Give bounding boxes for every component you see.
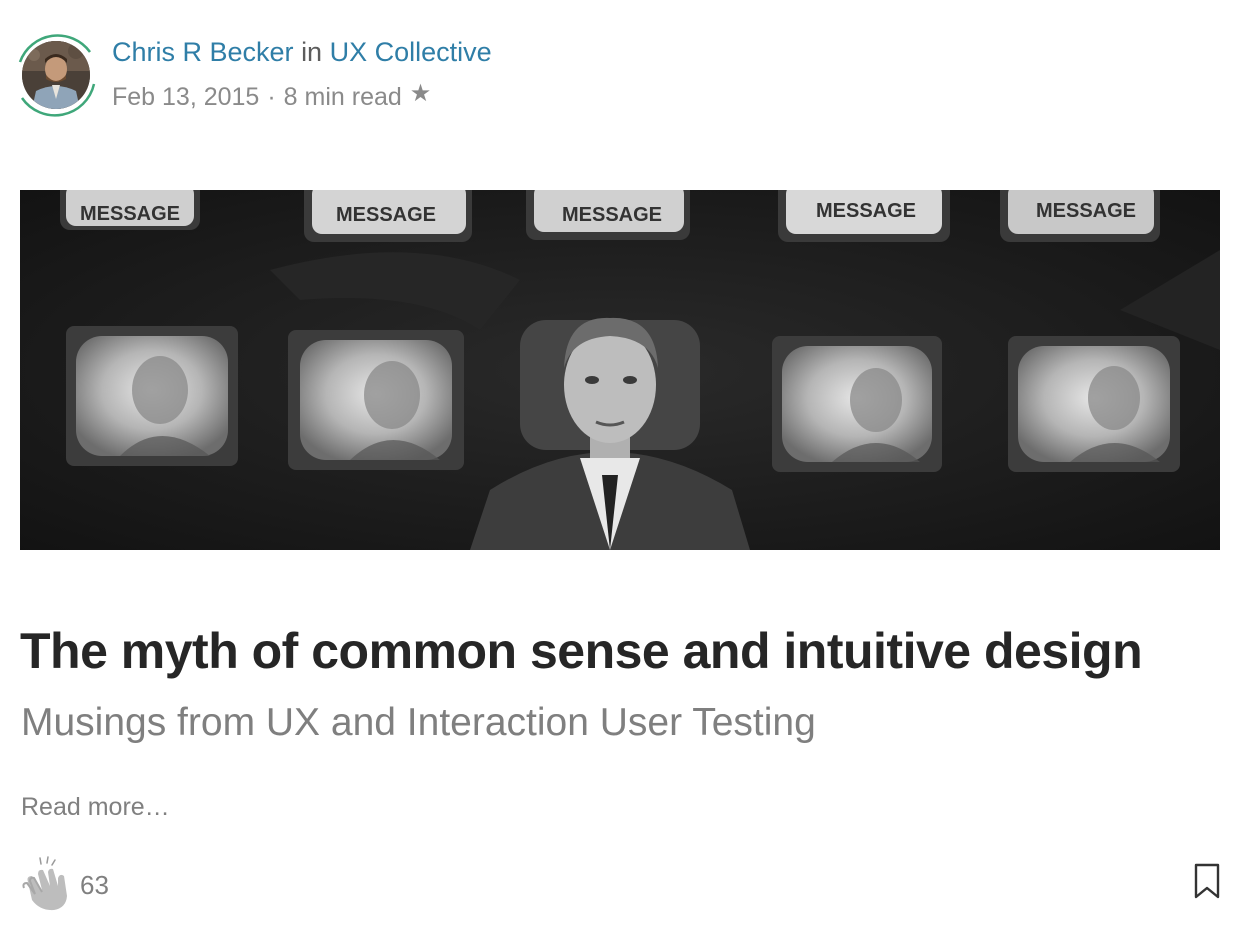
monitor-caption: MESSAGE — [80, 203, 180, 225]
top-monitor-3: MESSAGE — [526, 190, 690, 240]
post-card: Chris R Becker in UX Collective Feb 13, … — [0, 0, 1234, 950]
read-more-link[interactable]: Read more… — [21, 790, 170, 824]
star-icon: ★ — [409, 80, 432, 107]
byline-in-text: in — [301, 37, 323, 67]
post-title[interactable]: The myth of common sense and intuitive d… — [20, 620, 1143, 682]
monitor-caption: MESSAGE — [562, 204, 662, 226]
meta-separator: · — [267, 83, 276, 111]
clap-count: 63 — [80, 870, 109, 900]
bookmark-button[interactable] — [1192, 862, 1222, 900]
monitor-caption: MESSAGE — [816, 200, 916, 222]
monitor-caption: MESSAGE — [1036, 200, 1136, 222]
post-date[interactable]: Feb 13, 2015 — [112, 83, 259, 111]
publication-link[interactable]: UX Collective — [330, 37, 492, 67]
post-dateline: Feb 13, 2015 · 8 min read ★ — [112, 78, 492, 113]
read-time: 8 min read — [283, 83, 402, 111]
author-header: Chris R Becker in UX Collective Feb 13, … — [14, 32, 714, 122]
tv-monitor-3 — [772, 336, 942, 472]
top-monitor-5: MESSAGE — [1000, 190, 1160, 242]
top-monitor-1: MESSAGE — [60, 190, 200, 230]
author-name-link[interactable]: Chris R Becker — [112, 37, 294, 67]
top-monitor-2: MESSAGE — [304, 190, 472, 242]
clap-button[interactable] — [20, 856, 70, 912]
author-meta: Chris R Becker in UX Collective Feb 13, … — [112, 34, 492, 113]
bookmark-icon — [1194, 863, 1220, 899]
tv-monitor-2 — [288, 330, 464, 470]
top-monitor-4: MESSAGE — [778, 190, 950, 242]
tv-monitor-1 — [66, 326, 238, 466]
byline: Chris R Becker in UX Collective — [112, 34, 492, 70]
post-subtitle[interactable]: Musings from UX and Interaction User Tes… — [21, 698, 816, 748]
tv-monitor-4 — [1008, 336, 1180, 472]
hero-image[interactable]: MESSAGE MESSAGE MESSAGE MESSAGE MESSAGE — [20, 190, 1220, 550]
clap-hands-icon — [22, 856, 67, 911]
author-avatar[interactable] — [14, 32, 98, 118]
monitor-caption: MESSAGE — [336, 204, 436, 226]
avatar — [22, 41, 90, 109]
